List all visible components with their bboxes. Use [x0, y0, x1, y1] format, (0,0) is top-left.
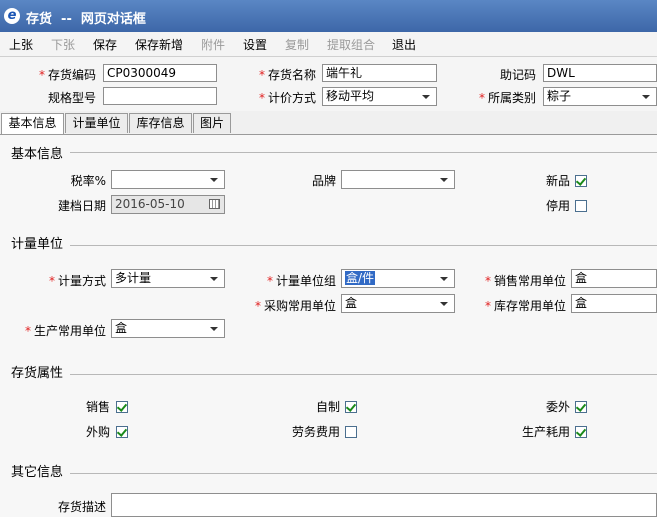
disabled-label: 停用 [545, 199, 570, 213]
unit-method-label: * 计量方式 [48, 274, 106, 288]
unit-group-value: 盒/件 [345, 271, 376, 285]
created-date-field[interactable]: 2016-05-10 [111, 195, 225, 214]
new-item-label: 新品 [545, 174, 570, 188]
chevron-down-icon [210, 277, 218, 281]
chevron-down-icon [210, 327, 218, 331]
tab-stock-info[interactable]: 库存信息 [129, 113, 192, 133]
chevron-down-icon [440, 277, 448, 281]
description-label: 存货描述 [57, 500, 106, 514]
purchase-unit-select[interactable]: 盒 [341, 294, 455, 313]
attr-production-checkbox[interactable] [575, 426, 587, 438]
attr-sales-checkbox[interactable] [116, 401, 128, 413]
section-units: 计量单位 [11, 237, 64, 252]
description-field[interactable] [111, 493, 657, 517]
created-date-label: 建档日期 [57, 199, 106, 213]
exit-button[interactable]: 退出 [392, 36, 416, 53]
attr-outsource-label: 委外 [545, 400, 570, 414]
section-other-info: 其它信息 [11, 465, 64, 480]
attr-selfmade-label: 自制 [315, 400, 340, 414]
brand-select[interactable] [341, 170, 455, 189]
ie-icon: e [4, 8, 20, 24]
attr-outsource-checkbox[interactable] [575, 401, 587, 413]
attr-production-label: 生产耗用 [521, 425, 570, 439]
attr-purchase-label: 外购 [85, 425, 110, 439]
section-divider [70, 473, 657, 474]
calendar-icon[interactable] [209, 199, 220, 209]
brand-label: 品牌 [311, 174, 336, 188]
chevron-down-icon [210, 178, 218, 182]
check-icon [575, 426, 587, 437]
unit-group-select[interactable]: 盒/件 [341, 269, 455, 288]
section-attributes: 存货属性 [11, 366, 64, 381]
purchase-unit-label: * 采购常用单位 [254, 299, 336, 313]
purchase-unit-value: 盒 [345, 296, 358, 310]
check-icon [116, 401, 128, 412]
tax-rate-select[interactable] [111, 170, 225, 189]
header-form: * 存货编码 CP0300049 * 存货名称 端午礼 助记码 DWL 规格型号 *… [0, 57, 657, 111]
attr-purchase-checkbox[interactable] [116, 426, 128, 438]
name-label: * 存货名称 [258, 68, 316, 82]
window-title: 存货 -- 网页对话框 [26, 12, 146, 27]
disabled-checkbox[interactable] [575, 200, 587, 212]
attachment-button[interactable]: 附件 [201, 36, 225, 53]
unit-method-select[interactable]: 多计量 [111, 269, 225, 288]
sales-unit-label: * 销售常用单位 [484, 274, 566, 288]
category-label: * 所属类别 [478, 91, 536, 105]
code-field[interactable]: CP0300049 [103, 64, 217, 82]
section-basic-info: 基本信息 [11, 147, 64, 162]
production-unit-select[interactable]: 盒 [111, 319, 225, 338]
spec-label: 规格型号 [47, 91, 96, 105]
sales-unit-value: 盒 [575, 271, 588, 285]
prev-record-button[interactable]: 上张 [9, 36, 33, 53]
pricing-label: * 计价方式 [258, 91, 316, 105]
pricing-select[interactable]: 移动平均 [322, 87, 437, 106]
mnemonic-label: 助记码 [499, 68, 536, 82]
unit-group-label: * 计量单位组 [266, 274, 336, 288]
production-unit-value: 盒 [115, 321, 128, 335]
save-new-button[interactable]: 保存新增 [135, 36, 183, 53]
chevron-down-icon [440, 178, 448, 182]
stock-unit-select[interactable]: 盒 [571, 294, 657, 313]
category-select[interactable]: 粽子 [543, 87, 657, 106]
tax-rate-label: 税率% [70, 174, 106, 188]
attr-labor-label: 劳务费用 [291, 425, 340, 439]
created-date-value: 2016-05-10 [115, 197, 185, 211]
production-unit-label: * 生产常用单位 [24, 324, 106, 338]
chevron-down-icon [642, 95, 650, 99]
window-title-bar: e 存货 -- 网页对话框 [0, 0, 657, 32]
next-record-button[interactable]: 下张 [51, 36, 75, 53]
name-field[interactable]: 端午礼 [322, 64, 437, 82]
section-divider [70, 245, 657, 246]
chevron-down-icon [440, 302, 448, 306]
new-item-checkbox[interactable] [575, 175, 587, 187]
sales-unit-select[interactable]: 盒 [571, 269, 657, 288]
pricing-value: 移动平均 [326, 89, 375, 103]
extract-combo-button[interactable]: 提取组合 [327, 36, 375, 53]
check-icon [345, 401, 357, 412]
check-icon [575, 175, 587, 186]
stock-unit-value: 盒 [575, 296, 588, 310]
tab-bar: 基本信息 计量单位 库存信息 图片 [0, 113, 657, 135]
tab-basic-info[interactable]: 基本信息 [1, 113, 64, 134]
chevron-down-icon [422, 95, 430, 99]
check-icon [116, 426, 128, 437]
section-divider [70, 374, 657, 375]
copy-button[interactable]: 复制 [285, 36, 309, 53]
toolbar: 上张 下张 保存 保存新增 附件 设置 复制 提取组合 退出 [0, 32, 657, 57]
check-icon [575, 401, 587, 412]
mnemonic-field[interactable]: DWL [543, 64, 657, 82]
code-label: * 存货编码 [38, 68, 96, 82]
unit-method-value: 多计量 [115, 271, 152, 285]
category-value: 粽子 [547, 89, 572, 103]
stock-unit-label: * 库存常用单位 [484, 299, 566, 313]
save-button[interactable]: 保存 [93, 36, 117, 53]
tab-units[interactable]: 计量单位 [65, 113, 128, 133]
section-divider [70, 152, 657, 153]
tab-images[interactable]: 图片 [193, 113, 231, 133]
attr-sales-label: 销售 [85, 400, 110, 414]
spec-field[interactable] [103, 87, 217, 105]
attr-labor-checkbox[interactable] [345, 426, 357, 438]
attr-selfmade-checkbox[interactable] [345, 401, 357, 413]
settings-button[interactable]: 设置 [243, 36, 267, 53]
